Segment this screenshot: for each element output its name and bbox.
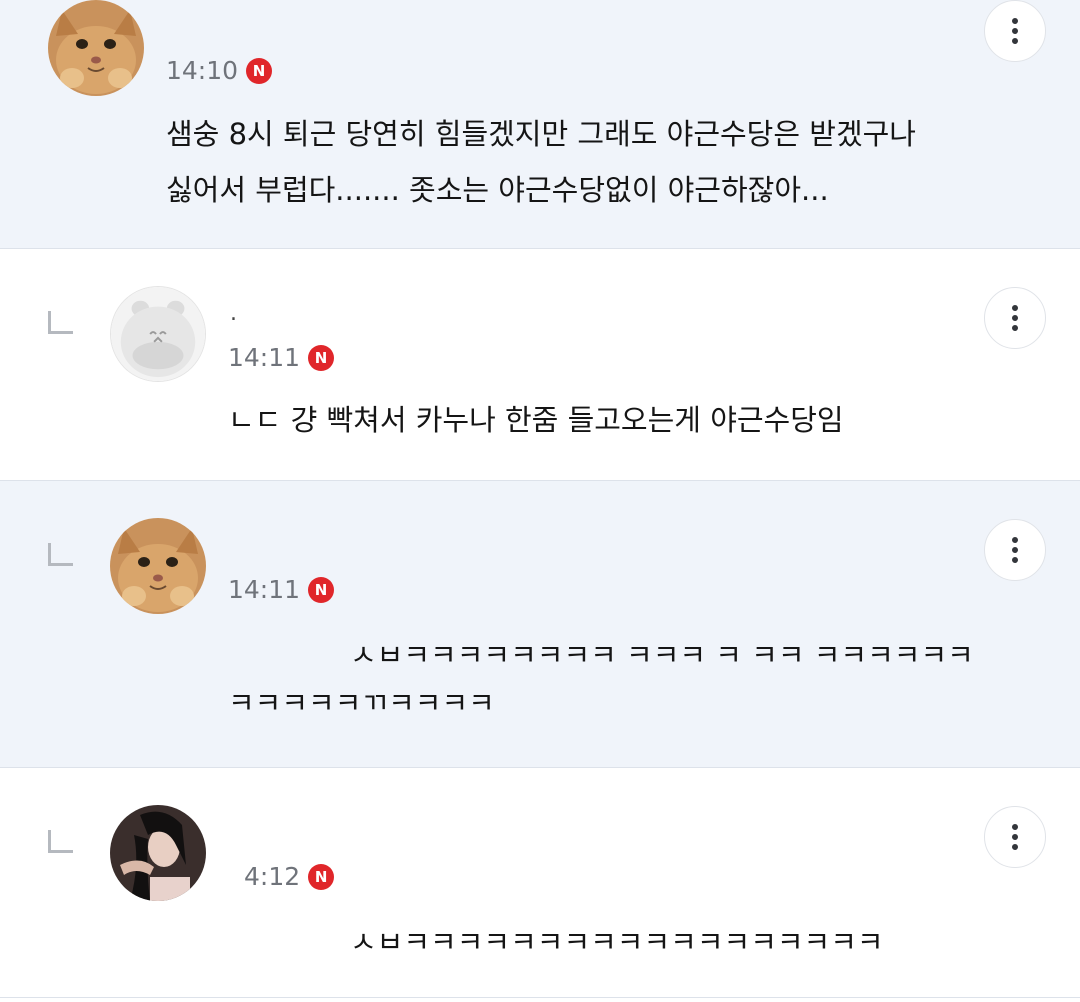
new-badge: N bbox=[308, 345, 335, 371]
reply-arrow-icon bbox=[48, 830, 73, 853]
comment-time: 14:11 N bbox=[228, 343, 335, 373]
comment-time: 14:10 N bbox=[166, 56, 273, 86]
comment-text-line: 싫어서 부럽다....... 좃소는 야근수당없이 야근하잖아... bbox=[166, 173, 829, 207]
more-vertical-icon bbox=[1012, 18, 1018, 24]
more-options-button[interactable] bbox=[984, 287, 1046, 349]
reply-comment-item: 14:11 N ㅅㅂㅋㅋㅋㅋㅋㅋㅋㅋ ㅋㅋㅋ ㅋ ㅋㅋ ㅋㅋㅋㅋㅋㅋ ㅋㅋㅋㅋㅋ… bbox=[0, 481, 1080, 767]
more-vertical-icon bbox=[1012, 537, 1018, 543]
more-options-button[interactable] bbox=[984, 0, 1046, 62]
comment-text-line: ㅅㅂㅋㅋㅋㅋㅋㅋㅋㅋ ㅋㅋㅋ ㅋ ㅋㅋ ㅋㅋㅋㅋㅋㅋ bbox=[350, 638, 974, 672]
new-badge: N bbox=[308, 864, 335, 890]
person-avatar-icon bbox=[110, 805, 206, 901]
reply-arrow-icon bbox=[48, 543, 73, 566]
avatar[interactable] bbox=[48, 0, 144, 96]
reply-arrow-icon bbox=[48, 311, 73, 334]
cat-avatar-icon bbox=[48, 0, 144, 96]
comment-text-line: ㅋㅋㅋㅋㅋㄲㅋㅋㅋㅋ bbox=[228, 686, 495, 720]
more-vertical-icon bbox=[1012, 824, 1018, 830]
new-badge: N bbox=[246, 58, 273, 84]
more-options-button[interactable] bbox=[984, 519, 1046, 581]
comment-time: 4:12 N bbox=[244, 862, 335, 892]
comment-time: 14:11 N bbox=[228, 575, 335, 605]
comment-text-line: ㄴㄷ 걍 빡쳐서 카누나 한줌 들고오는게 야근수당임 bbox=[228, 403, 844, 437]
more-options-button[interactable] bbox=[984, 806, 1046, 868]
comment-text-line: ㅅㅂㅋㅋㅋㅋㅋㅋㅋㅋㅋㅋㅋㅋㅋㅋㅋㅋㅋㅋ bbox=[350, 925, 884, 959]
comment-text-line: 샘숭 8시 퇴근 당연히 힘들겠지만 그래도 야근수당은 받겠구나 bbox=[166, 117, 916, 151]
avatar[interactable] bbox=[110, 518, 206, 614]
comment-item: 14:10 N 샘숭 8시 퇴근 당연히 힘들겠지만 그래도 야근수당은 받겠구… bbox=[0, 0, 1080, 248]
default-hamster-avatar-icon bbox=[111, 287, 205, 381]
more-vertical-icon bbox=[1012, 305, 1018, 311]
new-badge: N bbox=[308, 577, 335, 603]
divider bbox=[0, 997, 1080, 998]
cat-avatar-icon bbox=[110, 518, 206, 614]
comment-nickname: . bbox=[230, 301, 237, 326]
avatar[interactable] bbox=[110, 805, 206, 901]
reply-comment-item: 4:12 N ㅅㅂㅋㅋㅋㅋㅋㅋㅋㅋㅋㅋㅋㅋㅋㅋㅋㅋㅋㅋ bbox=[0, 768, 1080, 997]
reply-comment-item: . 14:11 N ㄴㄷ 걍 빡쳐서 카누나 한줌 들고오는게 야근수당임 bbox=[0, 249, 1080, 480]
avatar[interactable] bbox=[110, 286, 206, 382]
